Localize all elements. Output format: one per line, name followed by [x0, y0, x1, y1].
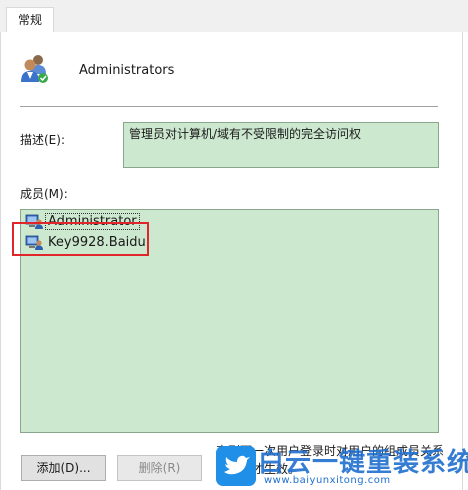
- members-label: 成员(M):: [20, 187, 68, 201]
- remove-button[interactable]: 删除(R): [117, 455, 202, 481]
- member-row-administrator[interactable]: Administrator: [25, 212, 140, 230]
- general-panel: Administrators 描述(E): 管理员对计算机/域有不受限制的完全访…: [0, 32, 463, 490]
- membership-note: 直到下一次用户登录时对用户的组成员关系的更改才生效。: [216, 444, 445, 476]
- tab-strip: 常规: [0, 0, 468, 33]
- user-icon: [25, 235, 43, 250]
- description-label: 描述(E):: [20, 133, 65, 147]
- member-row-key9928[interactable]: Key9928.Baidu: [25, 233, 148, 251]
- users-group-icon: [21, 55, 48, 83]
- members-list[interactable]: Administrator Key9928.Baidu: [20, 209, 439, 433]
- user-icon: [25, 214, 43, 229]
- add-button[interactable]: 添加(D)...: [21, 455, 106, 481]
- tab-general[interactable]: 常规: [6, 7, 54, 33]
- description-field[interactable]: 管理员对计算机/域有不受限制的完全访问权: [123, 122, 439, 168]
- group-name: Administrators: [79, 63, 175, 78]
- separator: [20, 106, 438, 107]
- member-name: Key9928.Baidu: [48, 234, 146, 250]
- member-name: Administrator: [45, 212, 140, 230]
